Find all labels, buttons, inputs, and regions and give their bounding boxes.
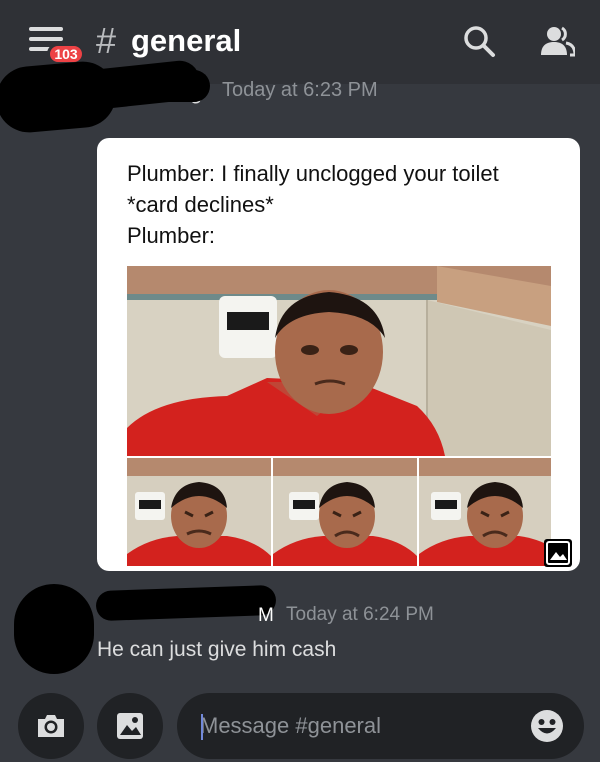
message-timestamp: Today at 6:23 PM bbox=[222, 79, 378, 101]
image-icon[interactable] bbox=[544, 539, 572, 567]
gallery-icon bbox=[117, 713, 143, 739]
camera-icon bbox=[38, 715, 64, 737]
message-input[interactable] bbox=[177, 693, 584, 759]
message-text: He can just give him cash bbox=[97, 638, 337, 661]
message-timestamp: Today at 6:24 PM bbox=[286, 604, 434, 625]
emoji-icon[interactable] bbox=[530, 709, 564, 743]
redaction-mark bbox=[95, 584, 277, 622]
channel-name: general bbox=[131, 23, 242, 58]
gallery-button[interactable] bbox=[97, 693, 163, 759]
camera-button[interactable] bbox=[18, 693, 84, 759]
image-embed[interactable]: Plumber: I finally unclogged your toilet… bbox=[97, 138, 580, 571]
channel-hash-icon: # bbox=[96, 20, 117, 61]
message-author[interactable]: M bbox=[258, 605, 274, 627]
redaction-mark bbox=[100, 70, 210, 102]
members-icon[interactable] bbox=[541, 24, 575, 58]
text-cursor bbox=[201, 714, 203, 740]
meme-caption: Plumber: I finally unclogged your toilet… bbox=[127, 161, 499, 248]
meme-photo[interactable] bbox=[127, 266, 551, 566]
avatar-redaction bbox=[14, 584, 94, 674]
message-input-wrapper bbox=[177, 693, 584, 759]
search-icon[interactable] bbox=[462, 24, 496, 58]
